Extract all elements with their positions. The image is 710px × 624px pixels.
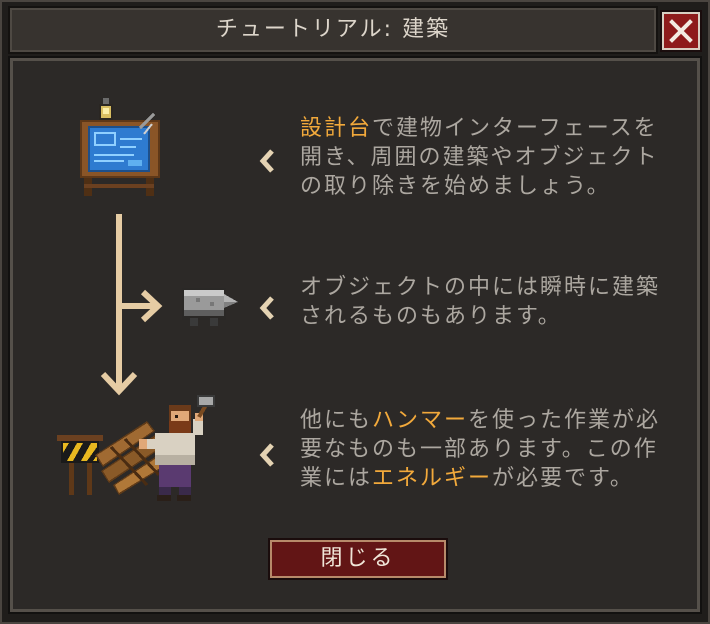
text-segment: の取り除きを始めましょう。 [300,174,611,199]
close-dialog-button[interactable]: 閉じる [270,540,446,578]
step-2-text: オブジェクトの中には瞬時に建築 されるものもあります。 [300,273,695,331]
text-line: 業にはエネルギーが必要です。 [300,464,695,493]
step-3-text: 他にもハンマーを使った作業が必 要なものも一部あります。この作 業にはエネルギー… [300,406,695,493]
chevron-left-icon [259,296,274,320]
worker-hammer-icon [57,395,215,501]
blueprint-table-icon [80,98,160,196]
step-1-text: 設計台で建物インターフェースを 開き、周囲の建築やオブジェクト の取り除きを始め… [300,114,695,201]
text-segment: されるものもあります。 [300,304,562,329]
highlight-term: ハンマー [372,408,469,433]
text-line: されるものもあります。 [300,302,695,331]
text-segment: オブジェクトの中には瞬時に建築 [300,275,661,300]
text-line: オブジェクトの中には瞬時に建築 [300,273,695,302]
text-line: 開き、周囲の建築やオブジェクト [300,143,695,172]
stone-block-icon [182,288,238,326]
text-line: 他にもハンマーを使った作業が必 [300,406,695,435]
text-line: 要なものも一部あります。この作 [300,435,695,464]
text-segment: 要なものも一部あります。この作 [300,437,658,462]
highlight-term: エネルギー [372,466,493,491]
chevron-left-icon [259,443,274,467]
chevron-left-icon [259,149,274,173]
text-line: の取り除きを始めましょう。 [300,172,695,201]
highlight-term: 設計台 [300,116,373,141]
text-segment: で建物インターフェースを [372,116,658,141]
text-segment: 業には [300,466,373,491]
text-line: 設計台で建物インターフェースを [300,114,695,143]
text-segment: を使った作業が必 [468,408,661,433]
text-segment: が必要です。 [492,466,634,491]
text-segment: 開き、周囲の建築やオブジェクト [300,145,659,170]
text-segment: 他にも [300,408,373,433]
